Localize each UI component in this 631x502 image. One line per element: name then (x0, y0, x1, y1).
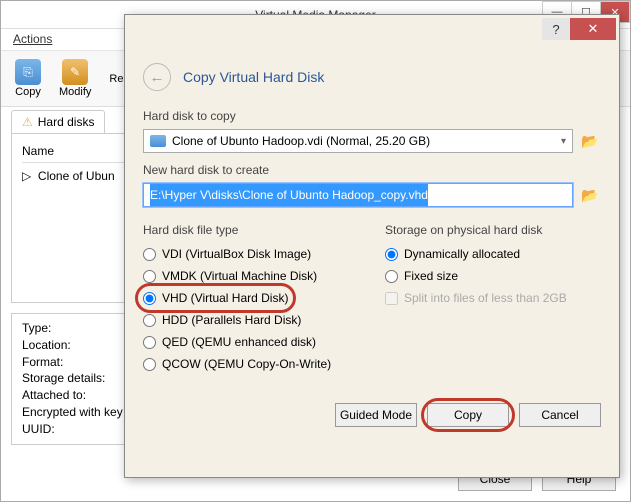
radio-fixed[interactable]: Fixed size (385, 265, 601, 287)
modal-titlebar: ? ✕ (125, 15, 619, 45)
browse-icon[interactable]: 📂 (579, 184, 601, 206)
close-button[interactable]: ✕ (570, 18, 616, 40)
cancel-button[interactable]: Cancel (519, 403, 601, 427)
browse-icon[interactable]: 📂 (579, 130, 601, 152)
menu-actions[interactable]: Actions (13, 32, 52, 46)
radio-hdd[interactable]: HDD (Parallels Hard Disk) (143, 309, 359, 331)
radio-vmdk[interactable]: VMDK (Virtual Machine Disk) (143, 265, 359, 287)
check-split: Split into files of less than 2GB (385, 287, 601, 309)
toolbar-copy[interactable]: ⎘ Copy (9, 57, 47, 100)
copy-icon: ⎘ (15, 59, 41, 85)
label-new: New hard disk to create (143, 163, 601, 177)
radio-qed[interactable]: QED (QEMU enhanced disk) (143, 331, 359, 353)
help-button[interactable]: ? (542, 18, 570, 40)
tab-harddisks[interactable]: ⚠ Hard disks (11, 110, 105, 133)
toolbar-modify[interactable]: ✎ Modify (53, 57, 97, 100)
source-disk-dropdown[interactable]: Clone of Ubunto Hadoop.vdi (Normal, 25.2… (143, 129, 573, 153)
copy-wizard-dialog: ? ✕ ← Copy Virtual Hard Disk Hard disk t… (124, 14, 620, 478)
dropdown-value: Clone of Ubunto Hadoop.vdi (Normal, 25.2… (172, 134, 430, 148)
modify-icon: ✎ (62, 59, 88, 85)
back-button[interactable]: ← (143, 63, 171, 91)
label-filetype: Hard disk file type (143, 223, 359, 237)
radio-dynamic[interactable]: Dynamically allocated (385, 243, 601, 265)
wizard-title: Copy Virtual Hard Disk (183, 69, 324, 85)
guided-mode-button[interactable]: Guided Mode (335, 403, 417, 427)
warning-icon: ⚠ (22, 115, 33, 129)
radio-qcow[interactable]: QCOW (QEMU Copy-On-Write) (143, 353, 359, 375)
disk-icon (150, 135, 166, 147)
chevron-down-icon: ▾ (561, 136, 566, 147)
label-storage: Storage on physical hard disk (385, 223, 601, 237)
radio-vdi[interactable]: VDI (VirtualBox Disk Image) (143, 243, 359, 265)
radio-vhd[interactable]: VHD (Virtual Hard Disk) (143, 287, 288, 309)
label-copy: Hard disk to copy (143, 109, 601, 123)
path-value: E:\Hyper V\disks\Clone of Ubunto Hadoop_… (150, 184, 428, 206)
copy-button[interactable]: Copy (427, 403, 509, 427)
destination-path-input[interactable]: E:\Hyper V\disks\Clone of Ubunto Hadoop_… (143, 183, 573, 207)
